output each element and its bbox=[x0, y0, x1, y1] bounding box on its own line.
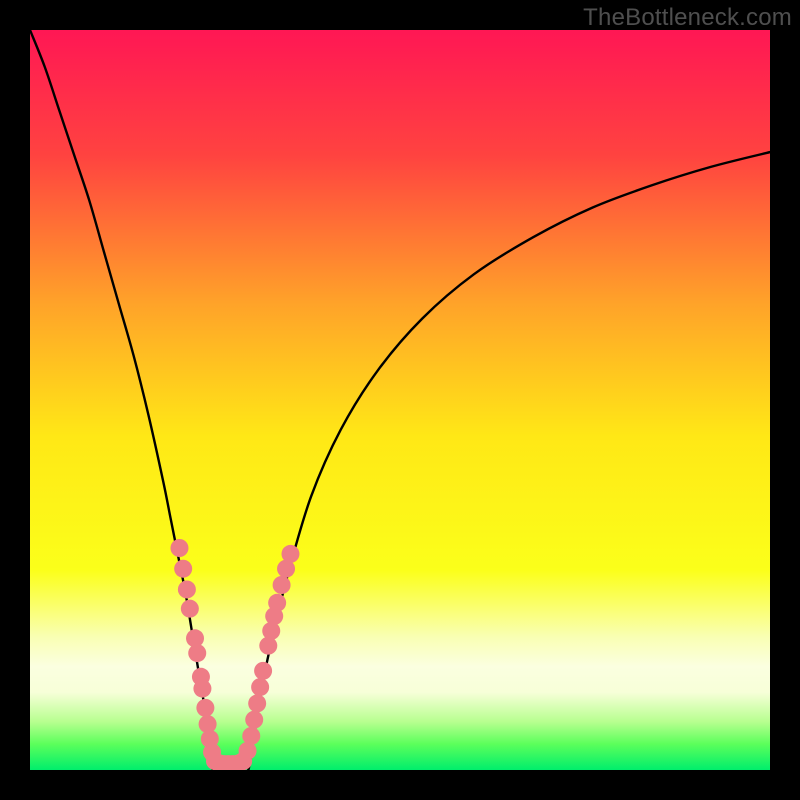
data-marker bbox=[245, 711, 263, 729]
data-marker bbox=[193, 680, 211, 698]
data-marker bbox=[181, 600, 199, 618]
data-marker bbox=[259, 637, 277, 655]
data-marker bbox=[254, 662, 272, 680]
data-marker bbox=[262, 622, 280, 640]
bottleneck-curve bbox=[30, 30, 770, 770]
data-marker bbox=[196, 699, 214, 717]
data-marker bbox=[251, 678, 269, 696]
v-curve-path bbox=[30, 30, 770, 770]
watermark-label: TheBottleneck.com bbox=[583, 4, 792, 32]
data-marker bbox=[268, 594, 286, 612]
plot-area bbox=[30, 30, 770, 770]
marker-cluster bbox=[170, 539, 299, 770]
data-marker bbox=[188, 644, 206, 662]
data-marker bbox=[281, 545, 299, 563]
outer-frame: TheBottleneck.com bbox=[0, 0, 800, 800]
data-marker bbox=[273, 576, 291, 594]
data-marker bbox=[170, 539, 188, 557]
chart-svg bbox=[30, 30, 770, 770]
data-marker bbox=[248, 694, 266, 712]
data-marker bbox=[242, 727, 260, 745]
data-marker bbox=[174, 560, 192, 578]
data-marker bbox=[178, 580, 196, 598]
